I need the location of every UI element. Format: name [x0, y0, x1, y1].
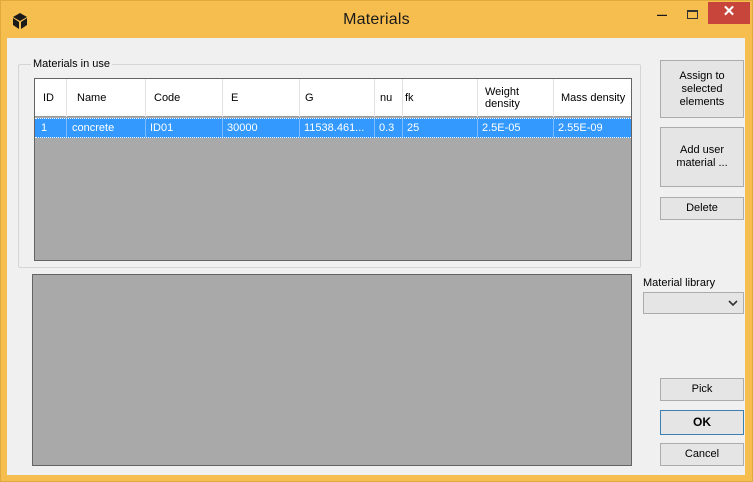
minimize-icon: – [656, 4, 667, 24]
column-header-name[interactable]: Name [67, 79, 146, 117]
title-bar[interactable]: Materials – ✕ [1, 1, 752, 39]
material-library-label: Material library [643, 277, 716, 289]
materials-in-use-legend: Materials in use [31, 58, 113, 70]
cell-id[interactable]: 1 [35, 119, 67, 137]
cell-fk[interactable]: 25 [403, 119, 478, 137]
ok-button[interactable]: OK [660, 410, 744, 435]
cell-nu[interactable]: 0.3 [375, 119, 403, 137]
cancel-button[interactable]: Cancel [660, 443, 744, 466]
delete-button[interactable]: Delete [660, 197, 744, 220]
cell-weight-density[interactable]: 2.5E-05 [478, 119, 554, 137]
assign-to-selected-button[interactable]: Assign to selected elements [660, 60, 744, 118]
column-header-nu[interactable]: nu [375, 79, 403, 117]
column-header-g[interactable]: G [300, 79, 375, 117]
chevron-down-icon [728, 300, 738, 307]
cell-mass-density[interactable]: 2.55E-09 [554, 119, 631, 137]
materials-grid[interactable]: ID Name Code E G nu fk Weight density Ma… [34, 78, 632, 261]
column-header-weight-density[interactable]: Weight density [478, 79, 554, 117]
column-header-mass-density[interactable]: Mass density [554, 79, 631, 117]
window-title: Materials [343, 11, 410, 28]
cell-code[interactable]: ID01 [146, 119, 223, 137]
maximize-icon [687, 10, 698, 19]
material-library-select[interactable] [643, 292, 744, 314]
table-row[interactable]: 1 concrete ID01 30000 11538.461... 0.3 2… [35, 118, 631, 138]
column-header-code[interactable]: Code [146, 79, 223, 117]
cell-name[interactable]: concrete [67, 119, 146, 137]
cell-e[interactable]: 30000 [223, 119, 300, 137]
add-user-material-button[interactable]: Add user material ... [660, 127, 744, 187]
close-icon: ✕ [722, 3, 736, 20]
close-button[interactable]: ✕ [708, 2, 750, 24]
cell-g[interactable]: 11538.461... [300, 119, 375, 137]
column-header-fk[interactable]: fk [403, 79, 478, 117]
minimize-button[interactable]: – [646, 3, 678, 29]
maximize-button[interactable] [678, 3, 708, 29]
pick-button[interactable]: Pick [660, 378, 744, 401]
grid-header: ID Name Code E G nu fk Weight density Ma… [35, 79, 631, 117]
column-header-id[interactable]: ID [35, 79, 67, 117]
column-header-e[interactable]: E [223, 79, 300, 117]
material-preview-panel [32, 274, 632, 466]
